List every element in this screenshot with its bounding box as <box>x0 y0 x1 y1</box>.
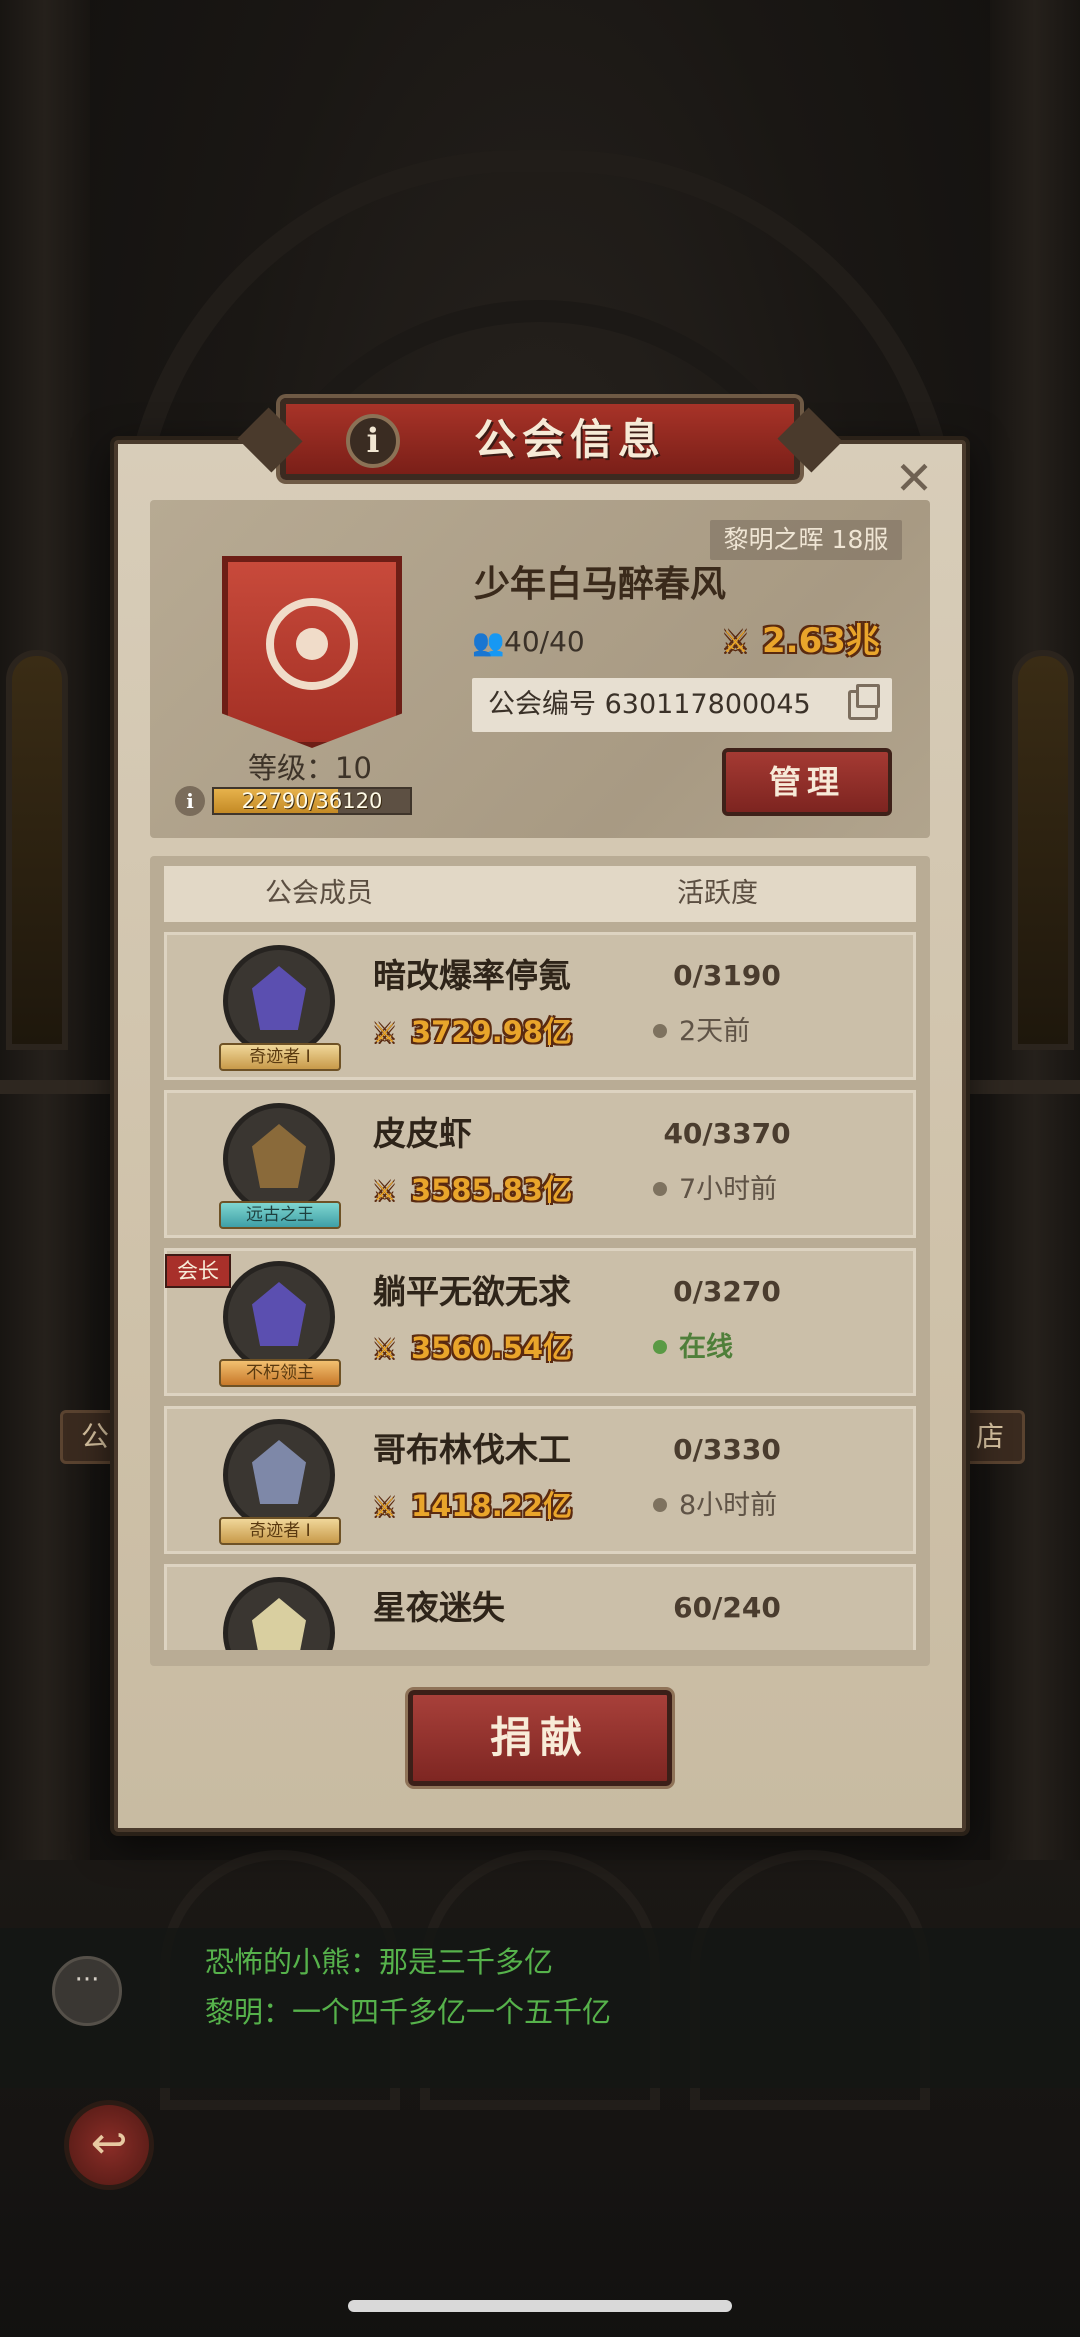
sword-icon: ⚔ <box>373 1177 397 1207</box>
member-status-text: 7小时前 <box>679 1174 778 1205</box>
member-avatar[interactable] <box>223 1261 335 1373</box>
member-status: 2天前 <box>653 1011 833 1053</box>
member-title-badge: 不朽领主 <box>219 1359 341 1387</box>
guild-level: 等级：10 <box>248 751 372 785</box>
member-power-value: 3585.83亿 <box>411 1173 573 1207</box>
member-power: ⚔ 3585.83亿 <box>373 1169 613 1211</box>
member-row[interactable]: 奇迹者 I 哥布林伐木工 ⚔ 1418.22亿 0/3330 8小时前 <box>164 1406 916 1554</box>
window-left <box>6 650 68 1050</box>
header-members: 公会成员 <box>265 878 373 909</box>
member-title-badge: 远古之王 <box>219 1201 341 1229</box>
member-name: 星夜迷失 <box>373 1588 505 1627</box>
guild-name: 少年白马醉春风 <box>474 564 727 605</box>
shelf <box>0 1080 110 1094</box>
member-avatar[interactable] <box>223 945 335 1057</box>
members-count: 👥40/40 <box>472 622 612 662</box>
dialog-title: 公会信息 <box>473 415 666 464</box>
chat-message: 恐怖的小熊：那是三千多亿 <box>205 1945 554 1979</box>
info-icon[interactable]: i <box>346 414 400 468</box>
member-status-text: 8小时前 <box>679 1490 778 1521</box>
member-row[interactable]: 不朽领主 躺平无欲无求 ⚔ 3560.54亿 0/3270 在线 <box>164 1248 916 1396</box>
shelf <box>970 1080 1080 1094</box>
member-power-value: 3729.98亿 <box>411 1015 573 1049</box>
header-activity: 活跃度 <box>677 878 758 909</box>
member-row[interactable]: 远古之王 皮皮虾 ⚔ 3585.83亿 40/3370 7小时前 <box>164 1090 916 1238</box>
xp-info-icon[interactable]: i <box>175 786 205 816</box>
member-status: 在线 <box>653 1327 833 1369</box>
sword-icon: ⚔ <box>722 625 749 660</box>
member-name: 皮皮虾 <box>373 1114 472 1153</box>
guild-power: ⚔ 2.63兆 <box>722 618 902 664</box>
members-icon: 👥 <box>472 628 505 658</box>
member-title-badge: 奇迹者 I <box>219 1043 341 1071</box>
member-row[interactable]: 奇迹者 I 暗改爆率停氪 ⚔ 3729.98亿 0/3190 2天前 <box>164 932 916 1080</box>
donate-button[interactable]: 捐献 <box>408 1690 672 1786</box>
member-status-text: 2天前 <box>679 1016 751 1047</box>
member-activity: 0/3190 <box>673 959 781 992</box>
sword-icon: ⚔ <box>373 1335 397 1365</box>
server-tag: 黎明之晖 18服 <box>710 520 902 560</box>
status-dot-icon <box>653 1182 667 1196</box>
leader-tag: 会长 <box>165 1254 231 1288</box>
member-row[interactable]: 星夜迷失 60/240 <box>164 1564 916 1650</box>
window-right <box>1012 650 1074 1050</box>
member-avatar[interactable] <box>223 1419 335 1531</box>
online-dot-icon <box>653 1340 667 1354</box>
member-status: 7小时前 <box>653 1169 833 1211</box>
member-power: ⚔ 3560.54亿 <box>373 1327 613 1369</box>
sword-icon: ⚔ <box>373 1019 397 1049</box>
chat-message: 黎明：一个四千多亿一个五千亿 <box>205 1995 612 2029</box>
member-power-value: 1418.22亿 <box>411 1489 573 1523</box>
member-name: 躺平无欲无求 <box>373 1272 571 1311</box>
guild-emblem-icon <box>266 598 358 690</box>
member-power: ⚔ 1418.22亿 <box>373 1485 613 1527</box>
chat-bubble-icon[interactable] <box>52 1956 122 2026</box>
manage-button[interactable]: 管理 <box>722 748 892 816</box>
member-power-value: 3560.54亿 <box>411 1331 573 1365</box>
member-name: 哥布林伐木工 <box>373 1430 571 1469</box>
member-avatar[interactable] <box>223 1577 335 1650</box>
xp-text: 22790/36120 <box>241 789 383 813</box>
member-list[interactable]: 奇迹者 I 暗改爆率停氪 ⚔ 3729.98亿 0/3190 2天前 远古之王 皮… <box>164 932 916 1650</box>
member-activity: 0/3330 <box>673 1433 781 1466</box>
status-dot-icon <box>653 1498 667 1512</box>
copy-icon[interactable] <box>848 684 880 720</box>
members-count-value: 40/40 <box>504 625 585 658</box>
member-name: 暗改爆率停氪 <box>373 956 571 995</box>
member-activity: 0/3270 <box>673 1275 781 1308</box>
member-avatar[interactable] <box>223 1103 335 1215</box>
close-icon[interactable]: ✕ <box>890 455 938 503</box>
sword-icon: ⚔ <box>373 1493 397 1523</box>
member-power: ⚔ 3729.98亿 <box>373 1011 613 1053</box>
home-indicator[interactable] <box>348 2300 732 2312</box>
member-title-badge: 奇迹者 I <box>219 1517 341 1545</box>
back-arrow-icon[interactable]: ↩ <box>64 2100 154 2190</box>
member-status-text: 在线 <box>679 1332 733 1363</box>
guild-id-field: 公会编号 630117800045 <box>472 678 892 732</box>
member-status: 8小时前 <box>653 1485 833 1527</box>
member-activity: 40/3370 <box>663 1117 791 1150</box>
status-dot-icon <box>653 1024 667 1038</box>
guild-power-value: 2.63兆 <box>762 621 880 661</box>
member-activity: 60/240 <box>673 1591 781 1624</box>
